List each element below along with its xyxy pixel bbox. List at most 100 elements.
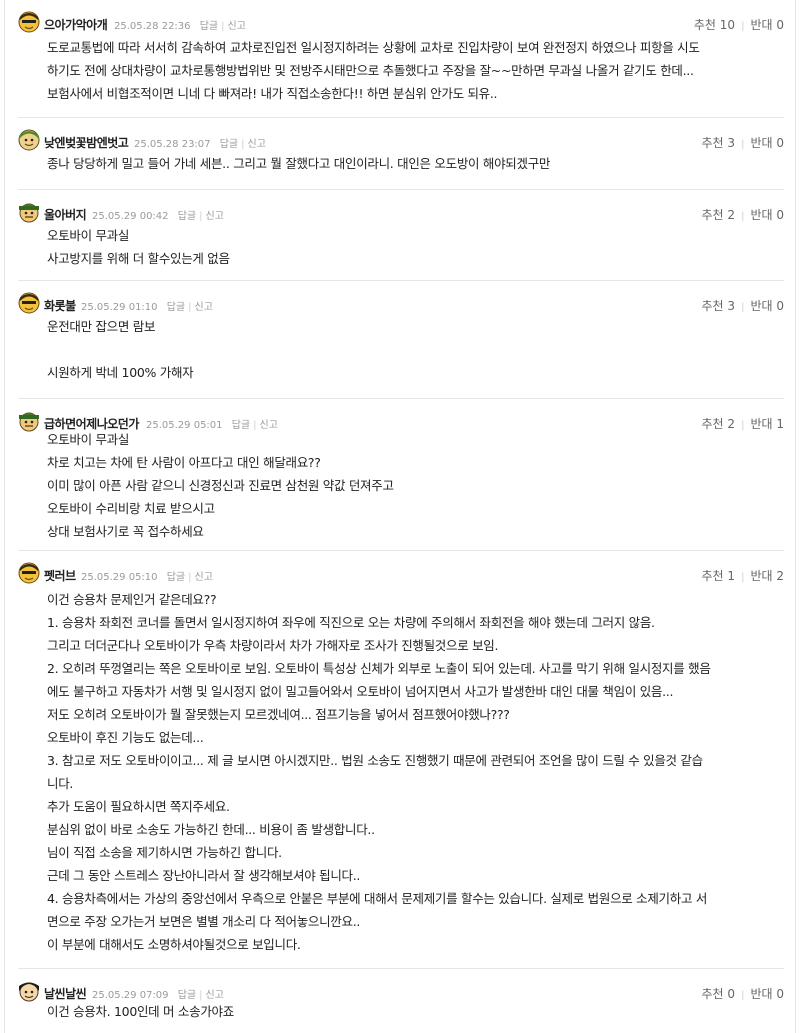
comment-date: 25.05.29 05:10 [81, 572, 158, 583]
upvote-label: 추천 [701, 208, 724, 222]
upvote-count: 10 [719, 18, 736, 32]
upvote-label: 추천 [693, 18, 716, 32]
comment-meta: 25.05.29 05:10 답글 | 신고 [81, 572, 213, 583]
comment-body: 도로교통법에 따라 서서히 감속하여 교차로진입전 일시정지하려는 상황에 교차… [47, 36, 782, 105]
soldier-avatar-icon[interactable] [18, 201, 40, 223]
comment-text-line: 이미 많이 아픈 사람 같으니 신경정신과 진료면 삼천원 약값 던져주고 [47, 478, 394, 493]
downvote-label: 반대 [750, 299, 773, 313]
comment-text-line: 4. 승용차측에서는 가상의 중앙선에서 우측으로 안붙은 부분에 대해서 문제… [47, 891, 708, 906]
comment-date: 25.05.29 01:10 [81, 302, 158, 313]
upvote-button[interactable]: 추천 2 [702, 208, 736, 222]
comment-text-line: 1. 승용차 좌회전 코너를 돌면서 일시정지하여 좌우에 직진으로 오는 차량… [47, 615, 655, 630]
vote-box: 추천 1 | 반대 2 [701, 569, 785, 583]
green-avatar-icon[interactable] [18, 129, 40, 151]
comment-item: 급하면어제나오던가 25.05.29 05:01 답글 | 신고 추천 2 | 반대 1 오토… [18, 399, 784, 551]
vote-box: 추천 2 | 반대 0 [701, 208, 785, 222]
report-link[interactable]: 신고 [206, 211, 224, 222]
comment-text-line: 이건 승용차 문제인거 같은데요?? [47, 592, 217, 607]
reply-link[interactable]: 답글 [200, 21, 218, 32]
comment-date: 25.05.28 23:07 [134, 139, 211, 150]
downvote-button[interactable]: 반대 0 [750, 18, 784, 32]
downvote-count: 0 [776, 987, 784, 1001]
comment-text-line: 오토바이 무과실 [47, 432, 130, 447]
downvote-count: 0 [776, 18, 784, 32]
upvote-label: 추천 [701, 299, 724, 313]
comment-text-line: 상대 보험사기로 꼭 접수하세요 [47, 524, 204, 539]
comment-meta: 25.05.29 00:42 답글 | 신고 [92, 211, 224, 222]
downvote-count: 0 [776, 208, 784, 222]
comment-text-line: 님이 직접 소송을 제기하시면 가능하긴 합니다. [47, 845, 282, 860]
comment-body: 오토바이 무과실사고방지를 위해 더 할수있는게 없음 [47, 224, 782, 270]
downvote-label: 반대 [750, 18, 773, 32]
reply-link[interactable]: 답글 [220, 139, 238, 150]
downvote-button[interactable]: 반대 0 [750, 208, 784, 222]
comment-text-line: 하기도 전에 상대차량이 교차로통행방법위반 및 전방주시태만으로 추돌했다고 … [47, 63, 694, 78]
upvote-count: 2 [727, 208, 736, 222]
downvote-label: 반대 [750, 136, 773, 150]
report-link[interactable]: 신고 [228, 21, 246, 32]
comment-text-line: 면으로 주장 오가는거 보면은 별별 개소리 다 적어놓으니깐요.. [47, 914, 361, 929]
comment-body: 이건 승용차 문제인거 같은데요?? 1. 승용차 좌회전 코너를 돌면서 일시정… [47, 588, 782, 956]
upvote-count: 1 [727, 569, 736, 583]
comment-meta: 25.05.28 22:36 답글 | 신고 [114, 21, 246, 32]
reply-link[interactable]: 답글 [167, 572, 185, 583]
comment-text-line: 종나 당당하게 밀고 들어 가네 세븐.. 그리고 뭘 잘했다고 대인이라니. … [47, 156, 551, 171]
comment-item: 낮엔벚꽃밤엔벗고 25.05.28 23:07 답글 | 신고 추천 3 | 반대 0 종나 … [18, 118, 784, 190]
vote-box: 추천 3 | 반대 0 [701, 136, 785, 150]
comment-header: 으아가악아개 25.05.28 22:36 답글 | 신고 추천 10 | 반대 0 [18, 11, 784, 37]
vote-box: 추천 10 | 반대 0 [693, 18, 784, 32]
black-hair-avatar-icon[interactable] [18, 980, 40, 1002]
comment-author[interactable]: 펫러브 [44, 567, 76, 584]
comment-text-line [47, 338, 782, 361]
soldier-avatar-icon[interactable] [18, 410, 40, 432]
comment-text-line: 2. 오히려 뚜껑열리는 쪽은 오토바이로 보임. 오토바이 특성상 신체가 외… [47, 661, 711, 676]
comment-meta: 25.05.29 01:10 답글 | 신고 [81, 302, 213, 313]
comment-text-line: 니다. [47, 776, 74, 791]
comment-text-line: 저도 오히려 오토바이가 뭘 잘못했는지 모르겠네여... 점프기능을 넣어서 … [47, 707, 510, 722]
comment-body: 오토바이 무과실차로 치고는 차에 탄 사람이 아프다고 대인 해달래요?? 이미… [47, 428, 782, 543]
comment-text-line: 사고방지를 위해 더 할수있는게 없음 [47, 251, 230, 266]
upvote-button[interactable]: 추천 3 [702, 136, 736, 150]
upvote-button[interactable]: 추천 1 [702, 569, 736, 583]
comment-item: 으아가악아개 25.05.28 22:36 답글 | 신고 추천 10 | 반대 0 도로교통… [18, 0, 784, 118]
downvote-label: 반대 [750, 987, 773, 1001]
report-link[interactable]: 신고 [195, 572, 213, 583]
comment-text-line: 이건 승용차. 100인데 머 소송가야죠 [47, 1004, 234, 1019]
downvote-button[interactable]: 반대 0 [750, 987, 784, 1001]
comment-author[interactable]: 화롯불 [44, 297, 76, 314]
yellow-avatar-icon[interactable] [18, 292, 40, 314]
downvote-button[interactable]: 반대 0 [750, 299, 784, 313]
comment-author[interactable]: 낮엔벚꽃밤엔벗고 [44, 134, 129, 151]
vote-box: 추천 3 | 반대 0 [701, 299, 785, 313]
comment-text-line: 오토바이 무과실 [47, 228, 130, 243]
comment-body: 이건 승용차. 100인데 머 소송가야죠 [47, 1000, 782, 1023]
reply-link[interactable]: 답글 [167, 302, 185, 313]
upvote-button[interactable]: 추천 0 [702, 987, 736, 1001]
comment-text-line: 그리고 더더군다나 오토바이가 우측 차량이라서 차가 가해자로 조사가 진행될… [47, 638, 499, 653]
comment-header: 펫러브 25.05.29 05:10 답글 | 신고 추천 1 | 반대 2 [18, 562, 784, 588]
yellow-avatar-icon[interactable] [18, 562, 40, 584]
comment-text-line: 분심위 없이 바로 소송도 가능하긴 한데... 비용이 좀 발생합니다.. [47, 822, 375, 837]
comment-item: 날씬날씬 25.05.29 07:09 답글 | 신고 추천 0 | 반대 0 이건 승용차.… [18, 969, 784, 1033]
comment-text-line: 3. 참고로 저도 오토바이이고... 제 글 보시면 아시겠지만.. 법원 소… [47, 753, 703, 768]
comment-author[interactable]: 으아가악아개 [44, 16, 108, 33]
upvote-count: 3 [727, 136, 736, 150]
comment-body: 운전대만 잡으면 람보 시원하게 박네 100% 가해자 [47, 315, 782, 384]
upvote-button[interactable]: 추천 3 [702, 299, 736, 313]
report-link[interactable]: 신고 [195, 302, 213, 313]
comment-item: 화롯불 25.05.29 01:10 답글 | 신고 추천 3 | 반대 0 운전대만 잡으면… [18, 281, 784, 399]
downvote-button[interactable]: 반대 2 [750, 569, 784, 583]
reply-link[interactable]: 답글 [178, 211, 196, 222]
comment-text-line: 추가 도움이 필요하시면 쪽지주세요. [47, 799, 230, 814]
upvote-button[interactable]: 추천 10 [694, 18, 735, 32]
report-link[interactable]: 신고 [248, 139, 266, 150]
upvote-label: 추천 [701, 987, 724, 1001]
comment-date: 25.05.29 00:42 [92, 211, 169, 222]
comment-author[interactable]: 울아버지 [44, 206, 87, 223]
comment-text-line: 차로 치고는 차에 탄 사람이 아프다고 대인 해달래요?? [47, 455, 321, 470]
yellow-avatar-icon[interactable] [18, 11, 40, 33]
upvote-label: 추천 [701, 569, 724, 583]
downvote-button[interactable]: 반대 0 [750, 136, 784, 150]
comment-date: 25.05.28 22:36 [114, 21, 191, 32]
comment-text-line: 도로교통법에 따라 서서히 감속하여 교차로진입전 일시정지하려는 상황에 교차… [47, 40, 700, 55]
